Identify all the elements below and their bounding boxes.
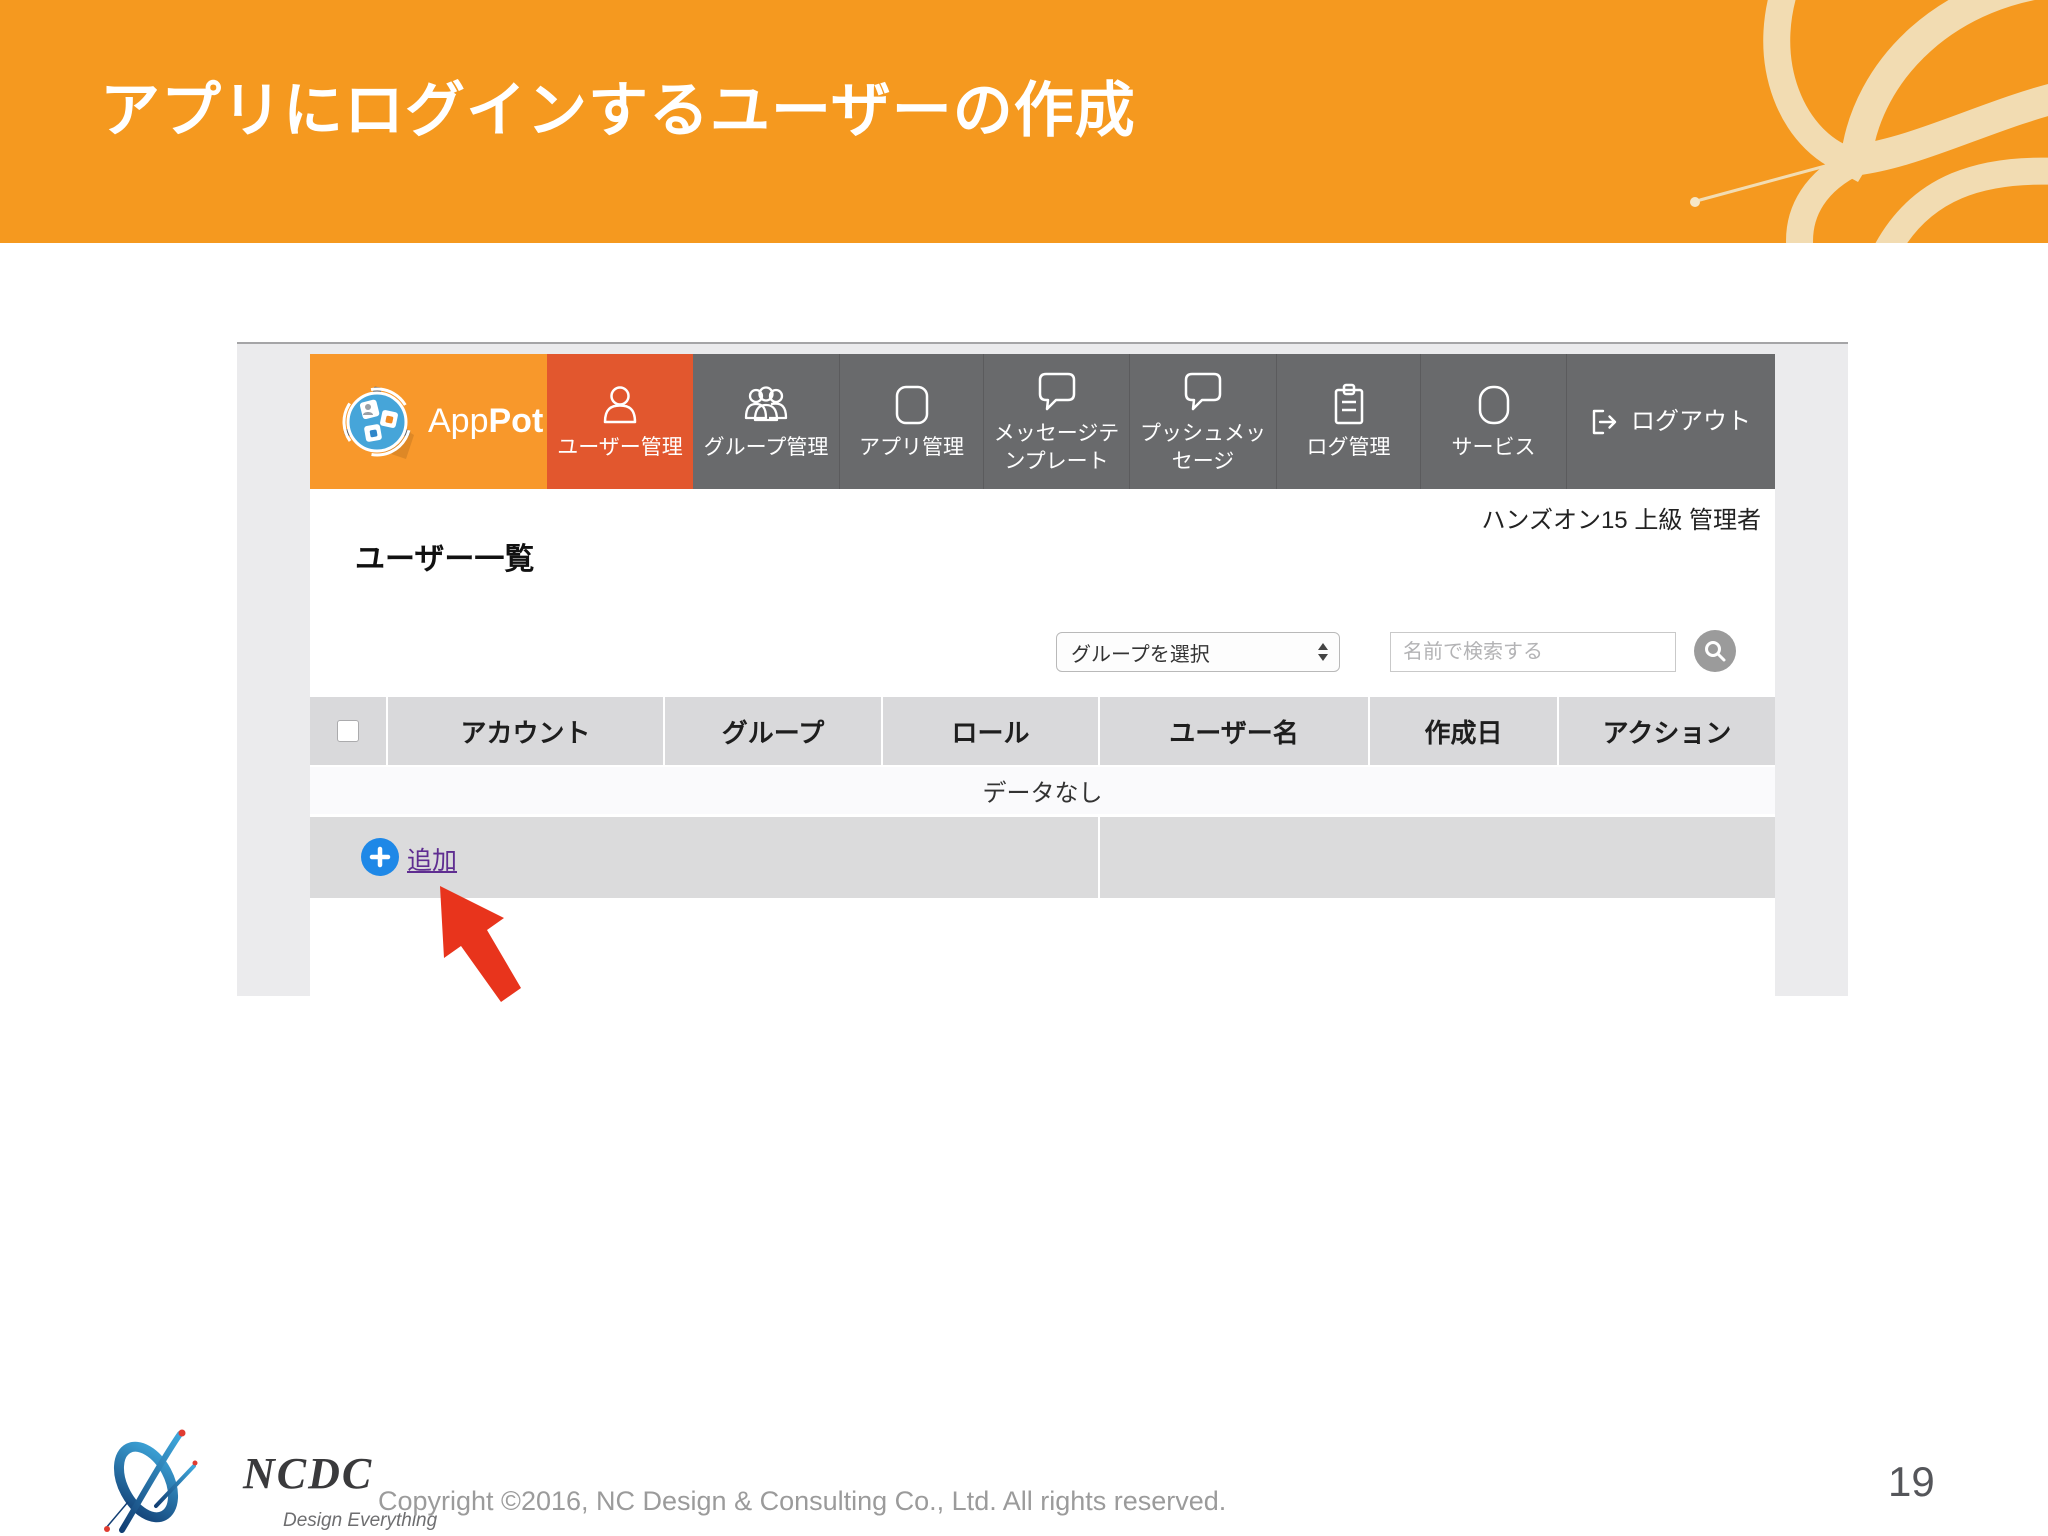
user-table-header: アカウント グループ ロール ユーザー名 作成日 アクション <box>310 697 1775 765</box>
plus-icon <box>369 846 391 868</box>
nav-tab-push-message[interactable]: プッシュメッセージ <box>1130 354 1277 489</box>
nav-bar: AppPot ユーザー管理 グループ管理 アプリ管理 メッセージテンプレート プ… <box>310 354 1775 489</box>
message-template-icon <box>1038 372 1075 411</box>
logged-in-user-info: ハンズオン15 上級 管理者 <box>1481 507 1761 534</box>
logout-button[interactable]: ログアウト <box>1567 354 1775 489</box>
add-user-link[interactable]: 追加 <box>407 841 457 877</box>
select-stepper-arrows-icon <box>1318 643 1328 661</box>
search-input[interactable] <box>1390 632 1676 672</box>
column-header-created: 作成日 <box>1370 697 1559 765</box>
nav-tab-label: グループ管理 <box>703 435 829 459</box>
empty-data-row: データなし <box>310 767 1775 814</box>
nav-tab-label: プッシュメッセージ <box>1140 422 1266 473</box>
column-header-account: アカウント <box>388 697 665 765</box>
logout-label: ログアウト <box>1631 407 1751 435</box>
select-all-checkbox[interactable] <box>337 720 359 742</box>
page-title: ユーザー一覧 <box>355 543 535 576</box>
nav-tab-label: ログ管理 <box>1306 435 1391 459</box>
add-user-button[interactable] <box>361 838 399 876</box>
brand-apppot: AppPot <box>310 354 547 489</box>
nav-tab-service[interactable]: サービス <box>1421 354 1567 489</box>
empty-message: データなし <box>982 780 1103 807</box>
nav-tab-user-management[interactable]: ユーザー管理 <box>547 354 693 489</box>
nav-tab-log-management[interactable]: ログ管理 <box>1277 354 1421 489</box>
slide-header-band: アプリにログインするユーザーの作成 <box>0 0 2048 243</box>
brand-name-pot: Pot <box>488 402 544 440</box>
column-header-group: グループ <box>665 697 883 765</box>
user-icon <box>603 386 637 424</box>
brand-name-app: App <box>428 402 489 440</box>
page-number: 19 <box>1888 1458 1935 1505</box>
app-icon <box>895 385 928 425</box>
ncdc-logo-text: NCDC <box>243 1449 374 1498</box>
select-all-cell <box>310 697 388 765</box>
slide-title: アプリにログインするユーザーの作成 <box>100 77 1136 144</box>
nav-tab-group-management[interactable]: グループ管理 <box>693 354 840 489</box>
group-select-dropdown[interactable]: グループを選択 <box>1056 632 1340 672</box>
brand-name: AppPot <box>428 402 543 441</box>
ncdc-logo-icon <box>104 1429 198 1533</box>
nav-tab-label: アプリ管理 <box>859 435 964 459</box>
service-icon <box>1478 385 1509 425</box>
group-icon <box>744 386 788 421</box>
nav-tab-label: メッセージテンプレート <box>993 422 1120 473</box>
apppot-logo-icon <box>342 386 414 459</box>
column-header-action: アクション <box>1602 717 1732 748</box>
slide: アプリにログインするユーザーの作成 AppPot ユーザー管理 グループ管理 ア… <box>0 0 2048 1536</box>
log-icon <box>1334 383 1363 425</box>
search-button[interactable] <box>1694 630 1736 672</box>
nav-tab-app-management[interactable]: アプリ管理 <box>840 354 984 489</box>
push-message-icon <box>1184 372 1222 411</box>
logout-icon <box>1592 409 1617 434</box>
decorative-swoosh <box>1690 0 2048 243</box>
search-icon <box>1705 641 1726 662</box>
group-select-value: グループを選択 <box>1071 643 1210 666</box>
column-header-role: ロール <box>883 697 1100 765</box>
add-row-divider <box>1098 817 1100 898</box>
red-pointer-arrow <box>440 886 521 1002</box>
nav-tab-message-template[interactable]: メッセージテンプレート <box>984 354 1130 489</box>
copyright-text: Copyright ©2016, NC Design & Consulting … <box>378 1486 1227 1516</box>
nav-tab-label: ユーザー管理 <box>557 435 683 459</box>
nav-tab-label: サービス <box>1451 435 1536 459</box>
column-header-username: ユーザー名 <box>1100 697 1370 765</box>
